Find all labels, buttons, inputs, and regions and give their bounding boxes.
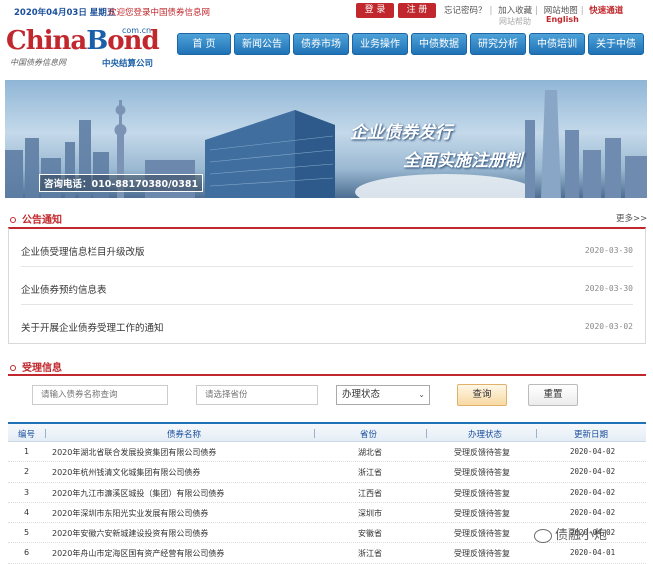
chinabond-logo[interactable]: ChinaBond com.cn 中国债券信息网 中央结算公司 <box>6 24 166 72</box>
nav-bond-market[interactable]: 债券市场 <box>293 33 349 55</box>
bond-name-input[interactable] <box>32 385 168 405</box>
bond-name-link[interactable]: 2020年舟山市定海区国有资产经营有限公司债券 <box>52 548 224 559</box>
table-row[interactable]: 6 2020年舟山市定海区国有资产经营有限公司债券 浙江省 受理反馈待答复 20… <box>8 543 646 564</box>
acceptance-section-title: 受理信息 <box>10 359 62 374</box>
nav-data[interactable]: 中债数据 <box>411 33 467 55</box>
bond-name-link[interactable]: 2020年杭州钱清文化城集团有限公司债券 <box>52 467 200 478</box>
list-item[interactable]: 企业债受理信息栏目升级改版 2020-03-30 <box>21 231 633 267</box>
notice-date: 2020-03-02 <box>584 322 633 331</box>
header-status: 办理状态 <box>468 430 503 440</box>
query-button[interactable]: 查询 <box>457 384 507 406</box>
top-bar: 2020年04月03日 星期五 欢迎您登录中国债券信息网 登 录 注 册 忘记密… <box>0 0 653 26</box>
reset-button[interactable]: 重置 <box>528 384 578 406</box>
header-no: 编号 <box>18 430 36 440</box>
nav-training[interactable]: 中债培训 <box>529 33 585 55</box>
welcome-text: 欢迎您登录中国债券信息网 <box>108 8 211 18</box>
banner-hotline: 咨询电话：010-88170380/0381 <box>39 174 204 192</box>
table-row[interactable]: 4 2020年深圳市东阳光实业发展有限公司债券 深圳市 受理反馈待答复 2020… <box>8 503 646 524</box>
province-input[interactable] <box>196 385 318 405</box>
notices-section-title: 公告通知 <box>10 211 62 226</box>
table-row[interactable]: 1 2020年湖北省联合发展投资集团有限公司债券 湖北省 受理反馈待答复 202… <box>8 442 646 463</box>
quick-access-link[interactable]: 快速通道 <box>589 6 623 16</box>
register-button[interactable]: 注 册 <box>398 3 436 18</box>
status-select[interactable]: 办理状态 ⌄ <box>336 385 430 405</box>
notice-date: 2020-03-30 <box>584 284 633 293</box>
main-nav: 首 页 新闻公告 债券市场 业务操作 中债数据 研究分析 中债培训 关于中债 <box>177 33 644 55</box>
circle-bullet-icon <box>10 365 16 371</box>
bond-name-link[interactable]: 2020年深圳市东阳光实业发展有限公司债券 <box>52 508 208 519</box>
nav-home[interactable]: 首 页 <box>177 33 231 55</box>
list-item[interactable]: 企业债券预约信息表 2020-03-30 <box>21 269 633 305</box>
top-links: 忘记密码？ | 加入收藏 | 网站地图 | 快速通道 <box>444 6 624 16</box>
circle-bullet-icon <box>10 217 16 223</box>
notice-title[interactable]: 关于开展企业债券受理工作的通知 <box>21 320 164 334</box>
table-row[interactable]: 2 2020年杭州钱清文化城集团有限公司债券 浙江省 受理反馈待答复 2020-… <box>8 462 646 483</box>
help-link[interactable]: 网站帮助 <box>499 16 531 27</box>
banner-headline-1: 企业债券发行 <box>350 123 452 143</box>
notice-title[interactable]: 企业债受理信息栏目升级改版 <box>21 244 145 258</box>
nav-about[interactable]: 关于中债 <box>588 33 644 55</box>
hero-banner[interactable]: 企业债券发行 全面实施注册制 咨询电话：010-88170380/0381 <box>5 80 647 198</box>
acceptance-search-bar: 办理状态 ⌄ 查询 重置 <box>8 374 646 416</box>
list-item[interactable]: 关于开展企业债券受理工作的通知 2020-03-02 <box>21 307 633 343</box>
forgot-password-link[interactable]: 忘记密码？ <box>444 6 487 16</box>
wechat-icon <box>534 528 552 543</box>
nav-news[interactable]: 新闻公告 <box>234 33 290 55</box>
add-favorite-link[interactable]: 加入收藏 <box>498 6 532 16</box>
nav-operations[interactable]: 业务操作 <box>352 33 408 55</box>
login-button[interactable]: 登 录 <box>356 3 394 18</box>
table-row[interactable]: 3 2020年九江市濂溪区城投（集团）有限公司债券 江西省 受理反馈待答复 20… <box>8 483 646 503</box>
wechat-watermark: 债融小炮 <box>534 524 607 543</box>
notice-date: 2020-03-30 <box>584 246 633 255</box>
bond-name-link[interactable]: 2020年湖北省联合发展投资集团有限公司债券 <box>52 447 216 458</box>
notice-title[interactable]: 企业债券预约信息表 <box>21 282 107 296</box>
logo-domain: com.cn <box>122 26 152 35</box>
bond-name-link[interactable]: 2020年安徽六安新城建设投资有限公司债券 <box>52 528 208 539</box>
notices-more-link[interactable]: 更多>> <box>616 212 647 224</box>
header-province: 省份 <box>360 430 378 440</box>
current-date: 2020年04月03日 星期五 <box>14 8 116 18</box>
nav-research[interactable]: 研究分析 <box>470 33 526 55</box>
logo-company: 中央结算公司 <box>102 59 154 69</box>
header-name: 债券名称 <box>167 430 202 440</box>
banner-headline-2: 全面实施注册制 <box>403 151 522 171</box>
chevron-down-icon: ⌄ <box>418 390 425 399</box>
bond-name-link[interactable]: 2020年九江市濂溪区城投（集团）有限公司债券 <box>52 488 224 499</box>
notices-list: 企业债受理信息栏目升级改版 2020-03-30 企业债券预约信息表 2020-… <box>8 227 646 344</box>
header-date: 更新日期 <box>574 430 609 440</box>
table-header: 编号 债券名称 省份 办理状态 更新日期 <box>8 422 646 442</box>
english-link[interactable]: English <box>546 15 579 24</box>
logo-tagline: 中国债券信息网 <box>10 58 66 67</box>
